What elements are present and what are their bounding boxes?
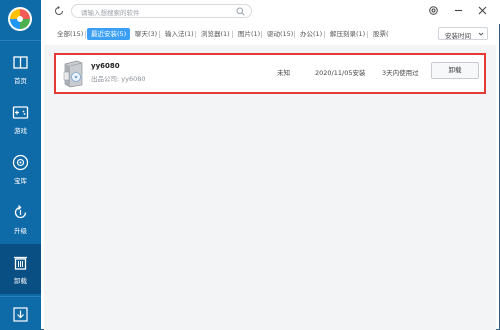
tab-stocks[interactable]: 股票( — [373, 28, 389, 40]
app-publisher: 出品公司: yy6080 — [91, 75, 146, 83]
app-install-date: 2020/11/05安装 — [315, 69, 366, 77]
trash-icon — [14, 256, 27, 270]
close-icon[interactable] — [477, 5, 488, 16]
app-row[interactable]: yy6080 出品公司: yy6080 未知 2020/11/05安装 3天内使… — [54, 53, 486, 94]
sidebar-item-label: 卸载 — [14, 277, 27, 285]
home-icon — [13, 56, 28, 69]
sidebar-item-uninstall[interactable]: 卸载 — [0, 244, 41, 294]
tab-divider — [367, 31, 368, 38]
gamepad-icon — [12, 106, 29, 119]
top-bar: 请输入想搜索的软件 — [41, 0, 500, 24]
download-icon — [13, 307, 28, 322]
sidebar-item-label: 首页 — [14, 77, 27, 85]
tab-images[interactable]: 图片(1) — [238, 28, 260, 40]
tab-divider — [324, 31, 325, 38]
treasure-icon — [12, 154, 29, 171]
tab-chat[interactable]: 聊天(3) — [135, 28, 157, 40]
app-usage: 3天内使用过 — [382, 69, 419, 77]
tab-drivers[interactable]: 驱动(15) — [267, 28, 293, 40]
installer-package-icon — [63, 60, 83, 88]
app-name: yy6080 — [91, 62, 120, 70]
tab-all[interactable]: 全部(15) — [57, 28, 83, 40]
tab-input-method[interactable]: 输入法(1) — [165, 28, 194, 40]
sidebar-divider — [0, 40, 41, 41]
sidebar-item-download[interactable] — [0, 300, 41, 330]
sidebar-item-label: 游戏 — [14, 127, 27, 135]
tab-browser[interactable]: 浏览器(1) — [201, 28, 230, 40]
sidebar: 首页 游戏 宝库 升级 卸载 — [0, 0, 41, 330]
tab-archive-burn[interactable]: 解压刻录(1) — [330, 28, 365, 40]
search-box[interactable]: 请输入想搜索的软件 — [71, 4, 252, 18]
upgrade-icon — [14, 205, 27, 219]
tab-divider — [85, 31, 86, 38]
chevron-down-icon — [478, 32, 484, 36]
minimize-icon[interactable] — [453, 5, 464, 16]
sidebar-item-upgrade[interactable]: 升级 — [0, 194, 41, 244]
tab-divider — [294, 31, 295, 38]
search-input[interactable]: 请输入想搜索的软件 — [81, 7, 140, 17]
sidebar-item-treasure[interactable]: 宝库 — [0, 144, 41, 194]
tab-divider — [195, 31, 196, 38]
sort-dropdown[interactable]: 安装时间 — [438, 27, 488, 40]
app-size: 未知 — [277, 69, 290, 77]
category-tabs: 全部(15) 最近安装(5) 聊天(3) 输入法(1) 浏览器(1) 图片(1)… — [41, 26, 500, 42]
refresh-icon[interactable] — [54, 6, 64, 16]
tab-divider — [159, 31, 160, 38]
tab-divider — [232, 31, 233, 38]
app-logo-icon — [8, 7, 32, 31]
tab-office[interactable]: 办公(1) — [300, 28, 322, 40]
sort-label: 安装时间 — [445, 32, 471, 40]
sidebar-item-home[interactable]: 首页 — [0, 44, 41, 94]
search-icon[interactable] — [236, 7, 245, 16]
sidebar-item-games[interactable]: 游戏 — [0, 94, 41, 144]
sidebar-item-label: 宝库 — [14, 177, 27, 185]
tab-recent-install[interactable]: 最近安装(5) — [87, 28, 131, 40]
sidebar-divider — [0, 296, 41, 297]
app-list: yy6080 出品公司: yy6080 未知 2020/11/05安装 3天内使… — [44, 45, 496, 330]
uninstall-button[interactable]: 卸载 — [431, 62, 479, 79]
sidebar-item-label: 升级 — [14, 227, 27, 235]
settings-icon[interactable] — [428, 5, 439, 16]
tab-divider — [261, 31, 262, 38]
